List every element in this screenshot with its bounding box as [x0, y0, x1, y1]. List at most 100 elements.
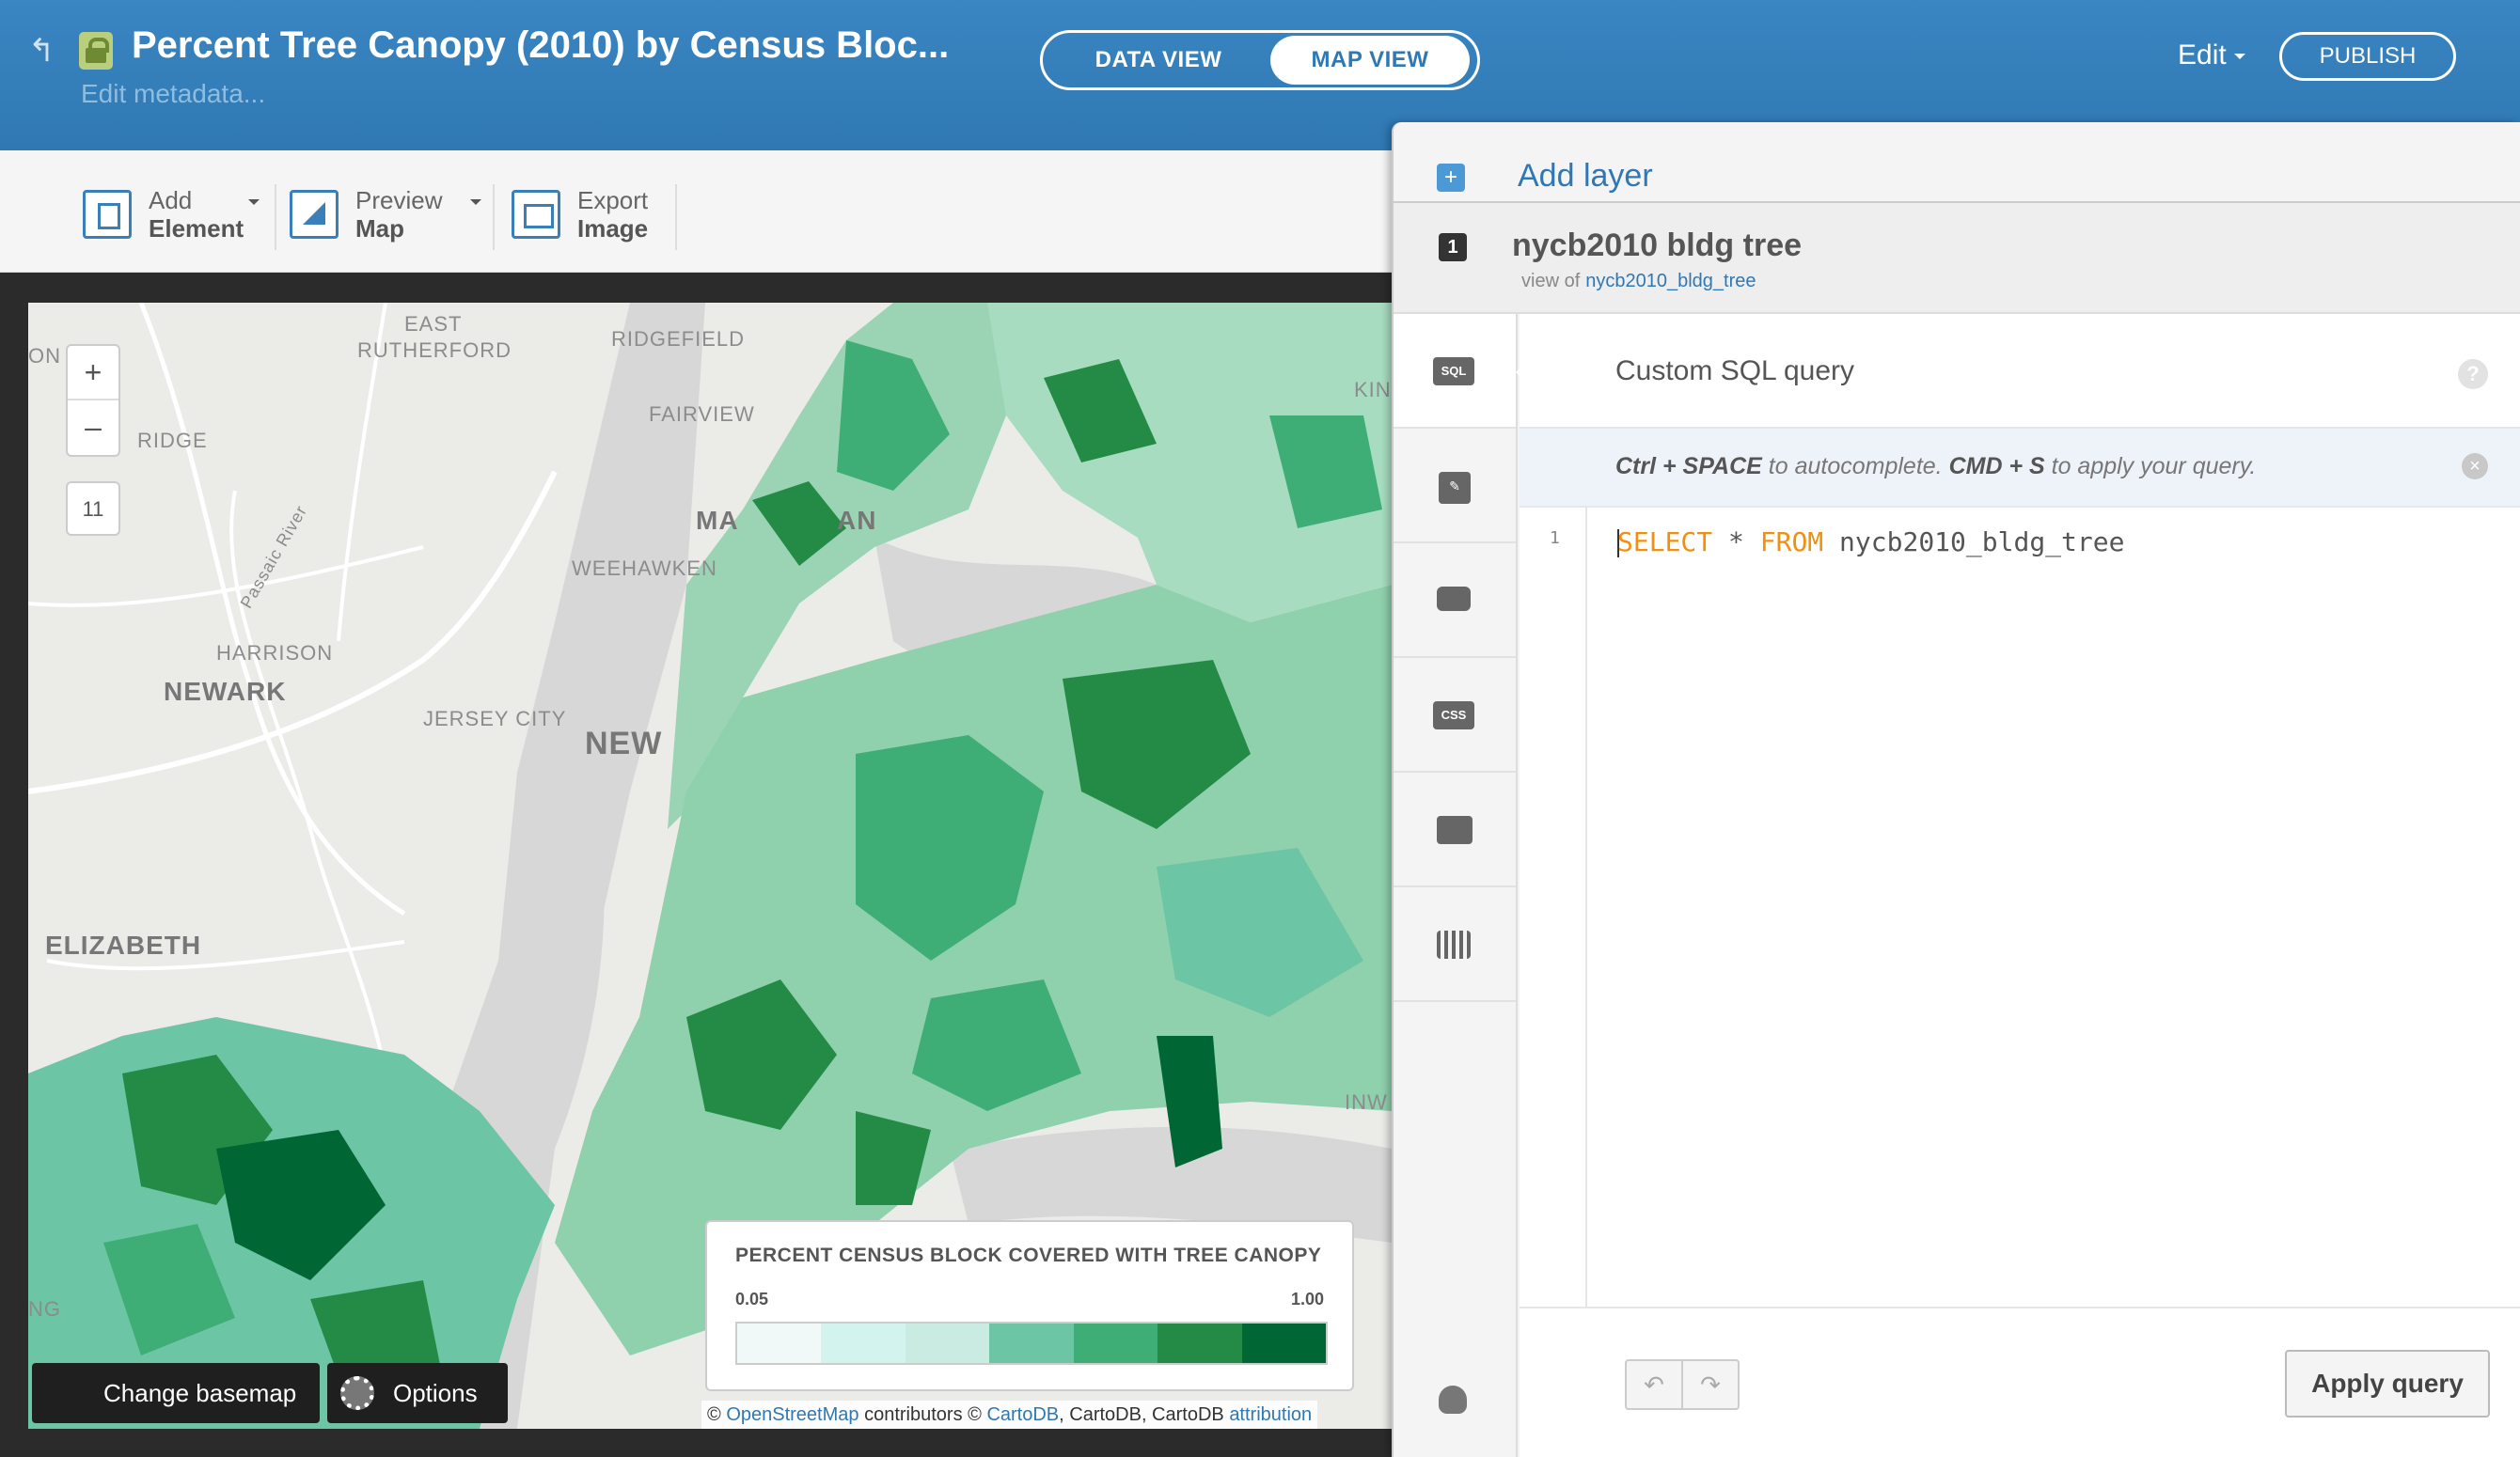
- sql-icon: SQL: [1433, 357, 1474, 385]
- map-label: MA: [696, 506, 739, 535]
- sql-token: nycb2010_bldg_tree: [1823, 526, 2125, 557]
- map-label: ELIZABETH: [45, 931, 202, 960]
- map-view-tab[interactable]: MAP VIEW: [1270, 36, 1470, 85]
- data-view-tab[interactable]: DATA VIEW: [1050, 36, 1267, 85]
- openstreetmap-link[interactable]: OpenStreetMap: [726, 1404, 858, 1425]
- change-basemap-button[interactable]: Change basemap: [32, 1363, 320, 1423]
- edit-metadata-link[interactable]: Edit metadata...: [81, 79, 265, 109]
- publish-button[interactable]: PUBLISH: [2279, 32, 2456, 81]
- map-label: KIN: [1354, 378, 1392, 401]
- map-label: EAST: [404, 312, 463, 336]
- legend-swatch: [1073, 1324, 1158, 1363]
- chevron-down-icon: [248, 199, 260, 205]
- map-canvas[interactable]: EAST RUTHERFORD RIDGEFIELD FAIRVIEW ON R…: [28, 303, 1392, 1429]
- sql-keyword: SELECT: [1617, 526, 1713, 557]
- layer-header: 1 nycb2010 bldg tree view of nycb2010_bld…: [1394, 201, 2520, 314]
- export-image-label-bold: Image: [577, 214, 649, 243]
- preview-map-label-bold: Map: [355, 214, 404, 243]
- map-label: NG: [28, 1297, 61, 1321]
- map-label: AN: [837, 506, 877, 535]
- bar-chart-icon: [1437, 931, 1471, 959]
- tab-legend[interactable]: [1394, 773, 1516, 887]
- page-title[interactable]: Percent Tree Canopy (2010) by Census Blo…: [132, 24, 949, 67]
- editor-title: Custom SQL query: [1615, 355, 1854, 386]
- gear-icon: [340, 1376, 374, 1410]
- layer-source: view of nycb2010_bldg_tree: [1521, 271, 1756, 292]
- source-table-link[interactable]: nycb2010_bldg_tree: [1585, 271, 1756, 291]
- legend-swatch: [1241, 1324, 1326, 1363]
- zoom-out-button[interactable]: –: [68, 400, 118, 455]
- editor-footer: ↶ ↷ Apply query: [1520, 1307, 2520, 1457]
- legend-color-ramp: [735, 1322, 1328, 1365]
- layer-panel: + Add layer 1 nycb2010 bldg tree view of…: [1392, 122, 2520, 1457]
- view-toggle: DATA VIEW MAP VIEW: [1040, 30, 1480, 90]
- map-toolbar: Add Element Preview Map Export Image: [0, 150, 1401, 273]
- cartodb-link[interactable]: CartoDB: [986, 1404, 1059, 1425]
- apply-query-button[interactable]: Apply query: [2285, 1350, 2490, 1418]
- sql-keyword: FROM: [1759, 526, 1824, 557]
- sql-code-input[interactable]: SELECT * FROM nycb2010_bldg_tree: [1617, 526, 2124, 557]
- zoom-in-button[interactable]: +: [68, 346, 118, 400]
- lightbulb-icon[interactable]: [1439, 1386, 1467, 1414]
- plus-icon[interactable]: +: [1437, 164, 1465, 192]
- legend-min: 0.05: [735, 1290, 769, 1308]
- legend-swatch: [989, 1324, 1074, 1363]
- edit-menu[interactable]: Edit: [2178, 39, 2245, 71]
- pencil-icon: ✎: [1439, 472, 1471, 504]
- map-label: RUTHERFORD: [357, 338, 512, 362]
- hint-bar: Ctrl + SPACE to autocomplete. CMD + S to…: [1520, 429, 2520, 508]
- back-arrow-icon[interactable]: ↰: [28, 34, 62, 68]
- line-gutter: 1: [1520, 508, 1587, 1307]
- legend-icon: [1437, 816, 1473, 844]
- tab-wizard[interactable]: ✎: [1394, 429, 1516, 543]
- preview-icon: [290, 190, 339, 239]
- sql-token: *: [1712, 526, 1760, 557]
- lock-icon[interactable]: [79, 32, 113, 70]
- tab-filters[interactable]: [1394, 887, 1516, 1002]
- hint-text: Ctrl + SPACE to autocomplete. CMD + S to…: [1615, 453, 2256, 480]
- css-icon: CSS: [1433, 701, 1474, 729]
- hint-key: CMD + S: [1948, 453, 2045, 479]
- undo-button[interactable]: ↶: [1625, 1359, 1683, 1410]
- map-legend: PERCENT CENSUS BLOCK COVERED WITH TREE C…: [705, 1220, 1354, 1391]
- map-label: FAIRVIEW: [649, 402, 755, 426]
- map-label: WEEHAWKEN: [572, 556, 717, 580]
- map-options-button[interactable]: Options: [327, 1363, 508, 1423]
- add-layer-link[interactable]: Add layer: [1518, 158, 1653, 195]
- divider: [275, 184, 276, 250]
- zoom-control: + –: [66, 344, 120, 457]
- tab-sql[interactable]: SQL: [1394, 314, 1529, 429]
- element-icon: [83, 190, 132, 239]
- add-element-button[interactable]: Add Element: [83, 186, 271, 246]
- map-label: NEWARK: [164, 677, 287, 706]
- legend-swatch: [905, 1324, 990, 1363]
- map-attribution: © OpenStreetMap contributors © CartoDB, …: [701, 1401, 1318, 1429]
- speech-bubble-icon: [1437, 587, 1471, 611]
- tab-css[interactable]: CSS: [1394, 658, 1516, 773]
- legend-title: PERCENT CENSUS BLOCK COVERED WITH TREE C…: [735, 1245, 1322, 1266]
- map-label: RIDGE: [137, 429, 208, 452]
- export-image-label: Export: [577, 186, 649, 214]
- help-icon[interactable]: ?: [2458, 359, 2488, 389]
- hint-label: to apply your query.: [2044, 453, 2257, 479]
- tab-infowindow[interactable]: [1394, 543, 1516, 658]
- divider: [493, 184, 495, 250]
- editor-header: Custom SQL query ?: [1520, 314, 2520, 429]
- map-label: INW: [1345, 1090, 1388, 1114]
- layer-name[interactable]: nycb2010 bldg tree: [1512, 227, 1802, 264]
- preview-map-label: Preview: [355, 186, 443, 214]
- options-label: Options: [393, 1379, 478, 1407]
- map-label: JERSEY CITY: [423, 707, 567, 730]
- export-image-button[interactable]: Export Image: [512, 186, 662, 246]
- map-label: ON: [28, 344, 61, 368]
- sql-editor: Custom SQL query ? Ctrl + SPACE to autoc…: [1520, 314, 2520, 1457]
- preview-map-button[interactable]: Preview Map: [290, 186, 487, 246]
- close-icon[interactable]: ×: [2462, 453, 2488, 479]
- attribution-link[interactable]: attribution: [1229, 1404, 1312, 1425]
- chevron-down-icon: [470, 199, 481, 205]
- hint-key: Ctrl + SPACE: [1615, 453, 1762, 479]
- hint-label: to autocomplete.: [1761, 453, 1949, 479]
- redo-button[interactable]: ↷: [1681, 1359, 1740, 1410]
- attribution-text: , CartoDB, CartoDB: [1059, 1404, 1224, 1425]
- layer-number-badge: 1: [1439, 233, 1467, 261]
